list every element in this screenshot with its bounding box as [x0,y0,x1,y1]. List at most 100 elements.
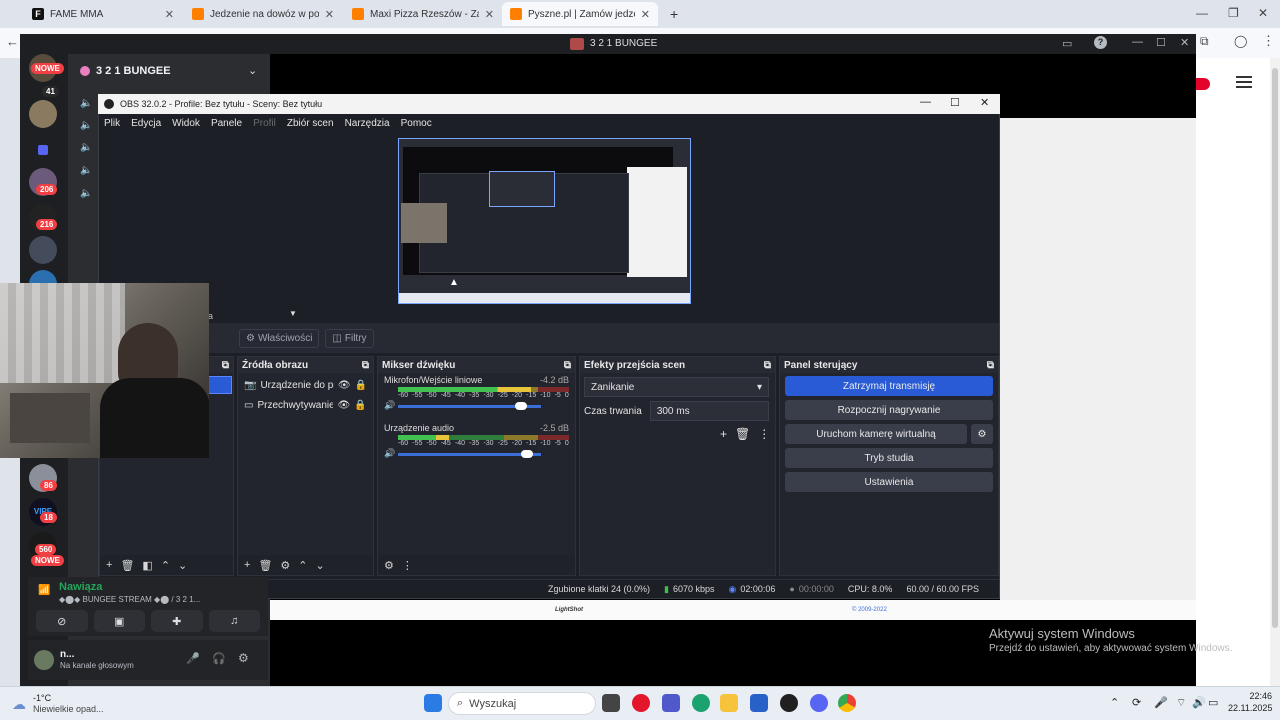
sync-icon[interactable]: ⟳ [1132,696,1141,709]
lock-icon[interactable]: 🔒 [355,380,367,391]
speaker-active-icon[interactable]: 🔈 [80,188,92,200]
back-icon[interactable]: ← [6,34,19,49]
stop-stream-button[interactable]: Zatrzymaj transmisję [785,376,993,396]
speaker-icon[interactable]: 🔈 [80,98,92,110]
properties-button[interactable]: ⚙ Właściwości [239,328,320,348]
duration-input[interactable]: 300 ms [649,401,769,421]
more-options-icon[interactable]: ⋮ [402,559,413,572]
chevron-up-icon[interactable]: ⌃ [298,559,307,572]
store-icon[interactable] [750,694,768,712]
filters-button[interactable]: ◫ Filtry [325,328,374,348]
menu-widok[interactable]: Widok [172,118,200,129]
menu-dots-icon[interactable]: ⋮ [1262,33,1275,49]
wifi-icon[interactable]: ⌔ [1176,696,1186,710]
chevron-up-icon[interactable]: ⌃ [161,559,170,572]
close-icon[interactable]: ✕ [641,8,650,21]
menu-narzedzia[interactable]: Narzędzia [345,118,390,129]
trash-icon[interactable]: 🗑 [735,427,750,441]
voice-channel[interactable]: ◆⬤◆ BUNGEE STREAM ◆⬤ / 3 2 1... [59,595,200,604]
battery-icon[interactable]: ▭ [1208,696,1218,709]
add-icon[interactable]: + [720,427,727,441]
dock-float-icon[interactable]: ⧉ [764,360,771,371]
teams-icon[interactable] [662,694,680,712]
studio-mode-button[interactable]: Tryb studia [785,448,993,468]
chevron-down-icon[interactable]: ⌄ [316,559,325,572]
dock-float-icon[interactable]: ⧉ [564,360,571,371]
taskbar-clock[interactable]: 22:46 22.11.2025 [1228,690,1272,714]
advanced-audio-icon[interactable]: ⚙ [384,559,394,572]
screen-share-icon[interactable]: ▣ [93,610,145,632]
language-flag-icon[interactable] [1196,78,1210,90]
minimize-icon[interactable]: — [920,96,931,108]
obs-icon[interactable] [780,694,798,712]
menu-plik[interactable]: Plik [104,118,120,129]
microphone-icon[interactable]: 🎤 [1154,696,1168,709]
chevron-down-icon[interactable]: ⌄ [248,64,257,77]
add-icon[interactable]: + [106,559,112,571]
filter-icon[interactable]: ◧ [142,559,152,572]
soundboard-icon[interactable]: ♫ [208,610,260,632]
scene-item-selected[interactable] [208,376,232,394]
discord-icon[interactable] [810,694,828,712]
server-icon[interactable] [29,236,57,264]
user-name[interactable]: n... [60,649,74,660]
close-window-icon[interactable]: ✕ [1258,6,1268,20]
close-icon[interactable]: ✕ [1180,36,1189,49]
dock-float-icon[interactable]: ⧉ [987,360,994,371]
chevron-up-icon[interactable]: ⌃ [1110,696,1119,709]
speaker-icon[interactable]: 🔈 [80,142,92,154]
new-tab-button[interactable]: + [662,2,682,26]
close-icon[interactable]: ✕ [485,8,494,21]
menu-profil[interactable]: Profil [253,118,276,129]
activities-icon[interactable]: ✚ [151,610,203,632]
menu-pomoc[interactable]: Pomoc [401,118,432,129]
gear-icon[interactable]: ⚙ [280,559,290,572]
hamburger-menu-icon[interactable] [1236,76,1252,88]
headphones-icon[interactable]: 🎧 [212,652,226,665]
add-icon[interactable]: + [244,559,250,571]
screen-share-icon[interactable]: ▭ [1062,37,1072,50]
gear-icon[interactable]: ⚙ [238,651,249,665]
maximize-icon[interactable]: ☐ [1156,36,1166,49]
microphone-icon[interactable]: 🎤 [186,652,200,665]
settings-button[interactable]: Ustawienia [785,472,993,492]
extensions-icon[interactable]: ⧉ [1200,34,1209,49]
menu-panele[interactable]: Panele [211,118,242,129]
source-item[interactable]: 📷 Urządzenie do prze 👁 🔒 [238,375,373,395]
maximize-icon[interactable]: ☐ [950,96,960,109]
close-icon[interactable]: ✕ [980,96,989,109]
tab-fame-mma[interactable]: F FAME MMA ✕ [24,2,182,26]
chevron-down-icon[interactable]: ⌄ [178,559,187,572]
menu-edycja[interactable]: Edycja [131,118,161,129]
volume-knob[interactable] [520,450,533,458]
dock-splitter-icon[interactable]: ▼ [289,309,297,318]
eye-icon[interactable]: 👁 [337,400,350,411]
opera-icon[interactable] [632,694,650,712]
close-icon[interactable]: ✕ [165,8,174,21]
speaker-icon[interactable]: 🔈 [80,120,92,132]
maximize-icon[interactable]: ❐ [1228,6,1239,20]
minimize-icon[interactable]: — [1132,36,1143,48]
speaker-icon[interactable]: 🔊 [384,400,395,411]
task-view-icon[interactable] [602,694,620,712]
virtual-camera-settings-icon[interactable]: ⚙ [971,424,993,444]
server-icon[interactable] [29,100,57,128]
transition-select[interactable]: Zanikanie ▾ [584,377,769,397]
page-scrollbar-thumb[interactable] [1272,68,1278,628]
volume-slider[interactable]: 🔊 [384,400,569,411]
eye-icon[interactable]: 👁 [338,380,351,391]
dock-float-icon[interactable]: ⧉ [362,360,369,371]
lock-icon[interactable]: 🔒 [354,400,366,411]
volume-slider[interactable]: 🔊 [384,448,569,459]
minimize-icon[interactable]: — [1196,6,1208,20]
trash-icon[interactable]: 🗑 [258,559,272,572]
tab-pyszne[interactable]: Pyszne.pl | Zamów jedzenie na ✕ [502,2,658,26]
help-icon[interactable]: ? [1094,36,1107,49]
taskbar-search[interactable]: ⌕ Wyszukaj [448,692,596,715]
menu-zbior-scen[interactable]: Zbiór scen [287,118,334,129]
tab-jedzenie[interactable]: Jedzenie na dowóz w pobliżu 3 ✕ [184,2,342,26]
server-icon[interactable] [29,137,57,165]
profile-icon[interactable]: ◯ [1234,34,1247,48]
obs-preview-canvas[interactable]: ▲ [398,138,691,304]
volume-knob[interactable] [514,402,527,410]
